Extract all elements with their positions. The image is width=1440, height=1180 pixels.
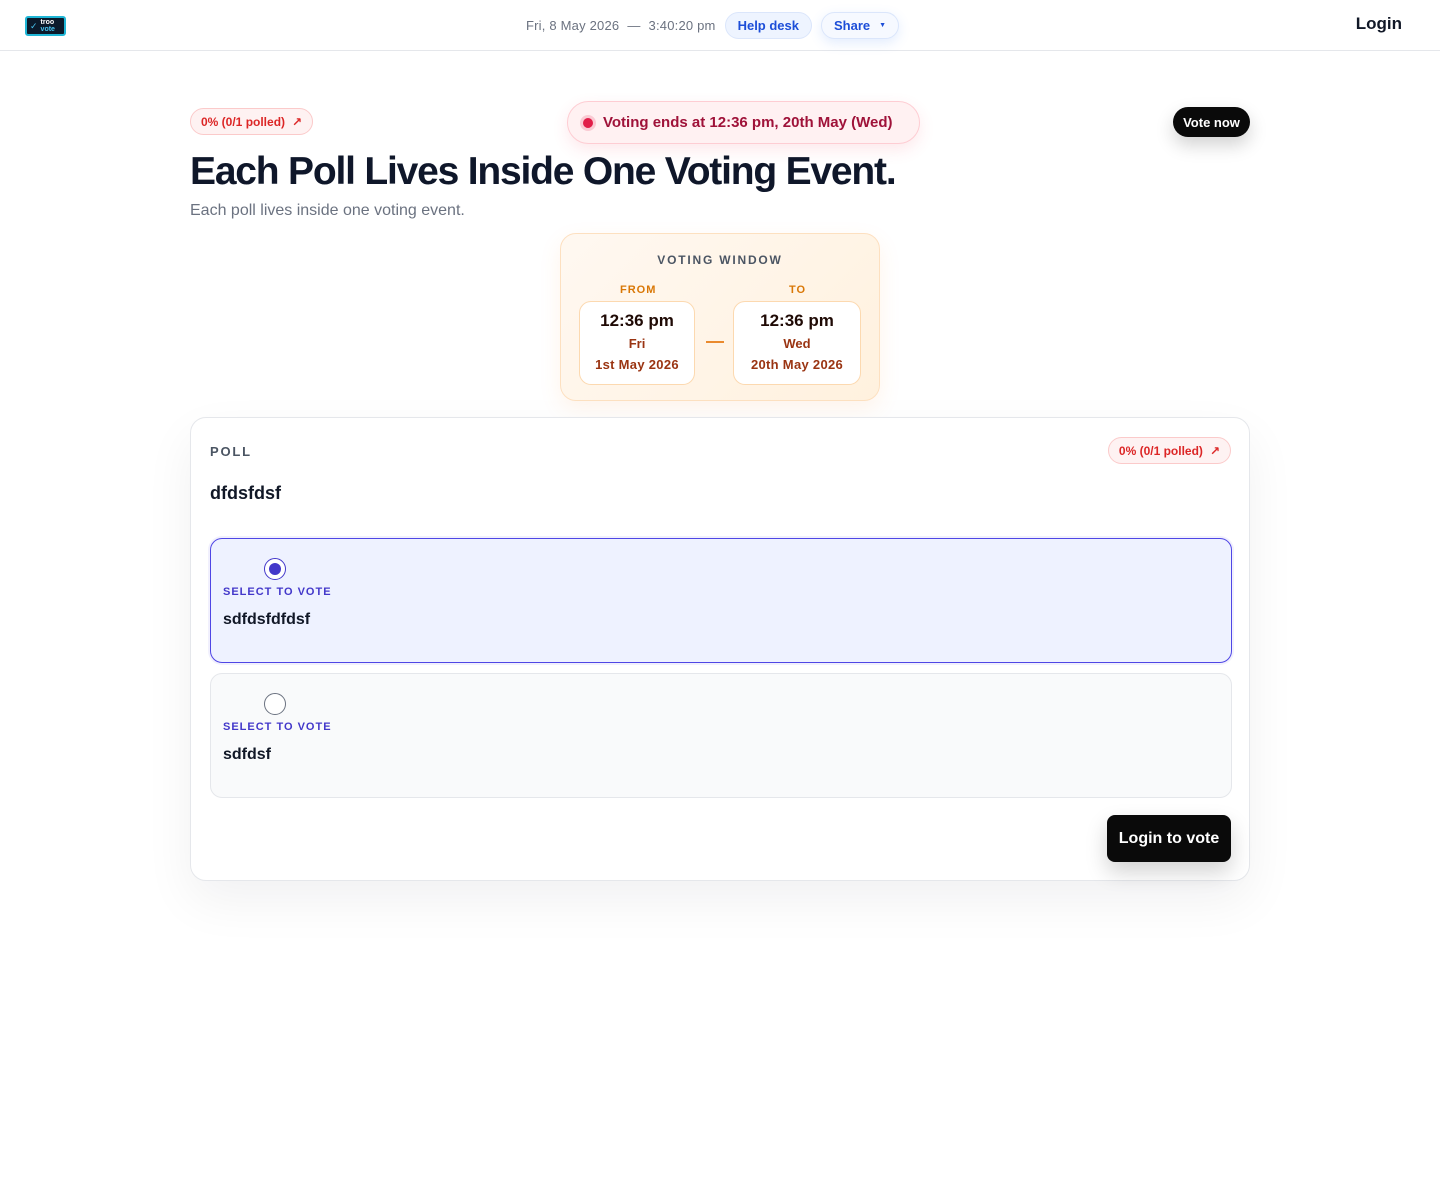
radio-unselected-icon[interactable] (264, 693, 286, 715)
poll-option-2[interactable]: SELECT TO VOTE sdfdsf (210, 673, 1232, 798)
to-day: Wed (783, 336, 811, 351)
from-label: FROM (620, 284, 657, 296)
voting-ends-text: Voting ends at 12:36 pm, 20th May (Wed) (603, 114, 893, 131)
poll-card: POLL 0% (0/1 polled) ↗ dfdsfdsf SELECT T… (190, 417, 1250, 881)
to-box: 12:36 pm Wed 20th May 2026 (733, 301, 861, 385)
live-dot-icon (583, 117, 593, 128)
page-subtitle: Each poll lives inside one voting event. (190, 202, 465, 219)
page-title: Each Poll Lives Inside One Voting Event. (190, 150, 897, 193)
help-desk-label: Help desk (737, 17, 799, 33)
from-box: 12:36 pm Fri 1st May 2026 (579, 301, 695, 385)
radio-selected-icon[interactable] (264, 558, 286, 580)
from-date: 1st May 2026 (595, 357, 679, 372)
poll-option-1[interactable]: SELECT TO VOTE sdfdsfdfdsf (210, 538, 1232, 663)
logo-wordmark: troo vote (41, 19, 55, 33)
current-date: Fri, 8 May 2026 (526, 17, 620, 33)
login-to-vote-button[interactable]: Login to vote (1107, 815, 1231, 862)
option-label: sdfdsfdfdsf (223, 611, 311, 628)
poll-polled-badge[interactable]: 0% (0/1 polled) ↗ (1107, 437, 1231, 464)
to-date: 20th May 2026 (750, 357, 844, 372)
voting-window-card: VOTING WINDOW FROM 12:36 pm Fri 1st May … (560, 233, 880, 401)
option-label: sdfdsf (223, 746, 271, 763)
event-polled-badge[interactable]: 0% (0/1 polled) ↗ (190, 108, 314, 135)
window-range-dash (706, 341, 724, 343)
share-button[interactable]: Share ▼ (821, 11, 900, 39)
poll-section-label: POLL (210, 444, 252, 459)
option-hint: SELECT TO VOTE (223, 586, 332, 598)
current-time: 3:40:20 pm (648, 17, 716, 33)
logo-word-1: troo (40, 19, 55, 26)
to-label: TO (789, 284, 807, 296)
login-link[interactable]: Login (1356, 14, 1402, 34)
voting-ends-banner: Voting ends at 12:36 pm, 20th May (Wed) (567, 101, 920, 144)
vote-now-button[interactable]: Vote now (1173, 107, 1250, 137)
logo-word-2: vote (40, 26, 55, 33)
current-datetime: Fri, 8 May 2026 — 3:40:20 pm (526, 18, 716, 33)
option-hint: SELECT TO VOTE (223, 721, 332, 733)
share-label: Share (834, 17, 871, 33)
datetime-separator: — (627, 17, 641, 33)
to-time: 12:36 pm (760, 311, 834, 330)
from-time: 12:36 pm (600, 311, 674, 330)
top-bar: ✓ troo vote Fri, 8 May 2026 — 3:40:20 pm H… (0, 0, 1440, 51)
check-icon: ✓ (30, 20, 38, 31)
troovote-logo[interactable]: ✓ troo vote (25, 16, 66, 36)
help-desk-button[interactable]: Help desk (724, 11, 812, 39)
voting-window-title: VOTING WINDOW (657, 253, 783, 267)
arrow-up-right-icon: ↗ (1209, 443, 1220, 458)
poll-polled-text: 0% (0/1 polled) (1118, 443, 1203, 458)
caret-down-icon: ▼ (879, 21, 887, 29)
top-center-group: Fri, 8 May 2026 — 3:40:20 pm Help desk Sha… (526, 11, 900, 39)
arrow-up-right-icon: ↗ (292, 114, 303, 129)
from-day: Fri (628, 336, 646, 351)
event-polled-text: 0% (0/1 polled) (201, 114, 286, 129)
poll-question: dfdsfdsf (210, 483, 281, 503)
